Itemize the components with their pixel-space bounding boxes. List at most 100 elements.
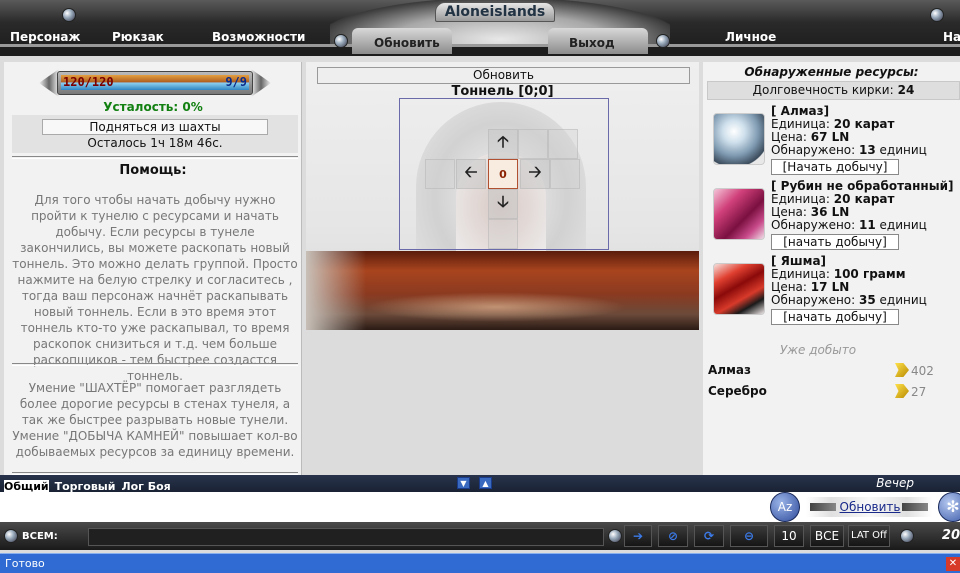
snowflake-icon[interactable]: ✻	[938, 492, 960, 522]
time-remaining: Осталось 1ч 18м 46с.	[87, 136, 223, 150]
arrow-up-icon[interactable]: 🡡	[497, 131, 509, 158]
durability-value: 24	[897, 83, 915, 97]
coin-icon	[895, 363, 909, 377]
scroll-up-icon[interactable]: ▲	[479, 477, 492, 489]
block-icon[interactable]: ⊘	[658, 525, 688, 547]
map-cell-current: 0	[488, 159, 518, 189]
clock: 20	[941, 528, 960, 543]
map-cell-east[interactable]: 🡢	[520, 159, 550, 189]
shaft-exit-box: Подняться из шахты Осталось 1ч 18м 46с.	[12, 115, 298, 153]
start-mining-button[interactable]: [Начать добычу]	[771, 159, 899, 175]
latin-toggle-button[interactable]: LAT Off	[848, 525, 890, 547]
ruby-image	[713, 188, 765, 240]
ornament-orb-icon	[656, 34, 670, 48]
tunnel-wall	[306, 251, 366, 330]
resource-info: [ Рубин не обработанный] Единица: 20 кар…	[771, 180, 960, 250]
nav-abilities[interactable]: Возможности	[212, 30, 305, 44]
ornament-orb-icon	[608, 529, 622, 543]
coin-icon	[895, 384, 909, 398]
found-suffix: единиц	[879, 143, 927, 157]
scroll-down-icon[interactable]: ▼	[457, 477, 470, 489]
refresh-cycle-icon[interactable]: ⟳	[694, 525, 724, 547]
unit-label: Единица:	[771, 117, 830, 131]
nav-settings[interactable]: На	[943, 30, 960, 44]
arrow-left-icon[interactable]: 🡠	[465, 161, 478, 188]
font-size-button[interactable]: 10	[774, 525, 804, 547]
arrow-right-icon[interactable]: 🡢	[529, 161, 542, 188]
clear-chat-icon[interactable]: ⊖	[730, 525, 768, 547]
resource-info: [ Яшма] Единица: 100 грамм Цена: 17 LN О…	[771, 255, 960, 325]
all-messages-button[interactable]: ВСЕ	[810, 525, 844, 547]
tunnel-scene: Обновить Тоннель [0;0] 🡡 🡠 0 🡢 🡣	[306, 62, 699, 330]
nav-character[interactable]: Персонаж	[10, 30, 80, 44]
tunnel-light	[366, 292, 626, 322]
ornament-orb-icon	[4, 529, 18, 543]
price-label: Цена:	[771, 280, 807, 294]
unit-label: Единица:	[771, 267, 830, 281]
unit-value: 100 грамм	[833, 267, 906, 281]
map-cell-west[interactable]: 🡠	[456, 159, 486, 189]
time-of-day: Вечер	[876, 476, 914, 490]
gauge-ornament-icon	[251, 69, 271, 97]
ornament-orb-icon	[62, 8, 76, 22]
send-arrow-icon[interactable]: ➔	[624, 525, 652, 547]
tunnel-coordinates: Тоннель [0;0]	[451, 84, 554, 99]
ornament-orb-icon	[334, 34, 348, 48]
nav-backpack[interactable]: Рюкзак	[112, 30, 164, 44]
start-mining-button[interactable]: [начать добычу]	[771, 309, 899, 325]
chat-refresh-label[interactable]: Обновить	[839, 500, 901, 514]
mp-value: 9/9	[225, 75, 247, 89]
translit-button[interactable]: Az	[770, 492, 800, 522]
gauge-ornament-icon	[39, 69, 59, 97]
start-mining-button[interactable]: [начать добычу]	[771, 234, 899, 250]
game-logo: Aloneislands	[435, 2, 555, 22]
recipient-label: ВСЕМ:	[22, 531, 58, 542]
chat-message-input[interactable]	[2, 493, 764, 521]
nav-refresh[interactable]: Обновить	[374, 36, 440, 50]
nav-exit[interactable]: Выход	[569, 36, 615, 50]
mined-value: 402	[911, 364, 934, 378]
durability-label: Долговечность кирки:	[752, 83, 894, 97]
message-bar: ВСЕМ: ➔ ⊘ ⟳ ⊖ 10 ВСЕ LAT Off 20	[0, 522, 960, 550]
price-label: Цена:	[771, 205, 807, 219]
climb-out-button[interactable]: Подняться из шахты	[42, 119, 268, 135]
resources-panel: Обнаруженные ресурсы: Долговечность кирк…	[703, 62, 960, 475]
nav-divider	[0, 47, 960, 56]
diamond-image	[713, 113, 765, 165]
price-value: 36 LN	[810, 205, 850, 219]
unit-value: 20 карат	[833, 192, 895, 206]
already-mined-title: Уже добыто	[779, 343, 857, 357]
nav-personal[interactable]: Личное	[725, 30, 776, 44]
pickaxe-durability: Долговечность кирки: 24	[707, 81, 960, 100]
message-input[interactable]	[88, 528, 604, 546]
map-cell-north[interactable]: 🡡	[488, 129, 518, 159]
close-icon[interactable]: ✕	[946, 557, 960, 571]
mined-value: 27	[911, 385, 927, 399]
tunnel-map: 🡡 🡠 0 🡢 🡣	[399, 98, 609, 250]
mined-row: Серебро 27	[708, 384, 958, 399]
map-cell	[488, 219, 518, 249]
mined-name: Алмаз	[708, 363, 751, 377]
wing-ornament-icon	[810, 503, 836, 511]
mined-name: Серебро	[708, 384, 767, 398]
help-title: Помощь:	[119, 163, 187, 178]
resource-info: [ Алмаз] Единица: 20 карат Цена: 67 LN О…	[771, 105, 960, 175]
found-value: 11	[859, 218, 876, 232]
chat-area: Az Обновить ✻	[0, 492, 960, 522]
map-cell-south[interactable]: 🡣	[488, 189, 518, 219]
price-value: 17 LN	[810, 280, 850, 294]
wing-ornament-icon	[902, 503, 928, 511]
help-text: Для того чтобы начать добычу нужно пройт…	[12, 193, 298, 383]
resources-title: Обнаруженные ресурсы:	[744, 65, 919, 79]
top-navigation-bar: Aloneislands Персонаж Рюкзак Возможности…	[0, 0, 960, 56]
arrow-down-icon[interactable]: 🡣	[497, 191, 509, 218]
character-panel: 120/120 9/9 Усталость: 0% Подняться из ш…	[4, 62, 302, 475]
found-suffix: единиц	[879, 218, 927, 232]
found-label: Обнаружено:	[771, 218, 856, 232]
mine-refresh-button[interactable]: Обновить	[317, 67, 690, 84]
ornament-orb-icon	[900, 529, 914, 543]
fatigue-status: Усталость: 0%	[103, 100, 203, 114]
resource-item-ruby: [ Рубин не обработанный] Единица: 20 кар…	[707, 180, 960, 254]
found-suffix: единиц	[879, 293, 927, 307]
chat-refresh-button[interactable]: Обновить	[806, 497, 932, 517]
